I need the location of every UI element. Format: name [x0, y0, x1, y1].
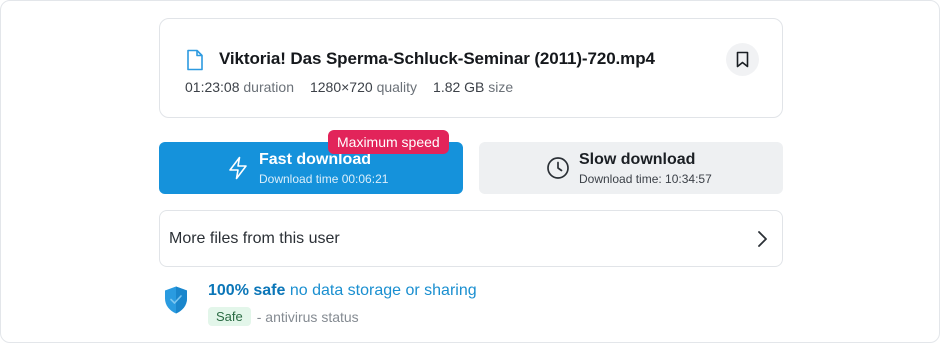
- duration-label: duration: [243, 79, 294, 95]
- size-label: size: [488, 79, 514, 95]
- antivirus-status-text: - antivirus status: [256, 308, 359, 325]
- file-quality: 1280×720 quality: [310, 79, 417, 95]
- quality-value: 1280×720: [309, 79, 373, 95]
- safety-strong-text: 100% safe: [208, 282, 286, 299]
- slow-download-time: Download time: 10:34:57: [579, 172, 712, 186]
- safety-message: 100% safe no data storage or sharing: [208, 282, 477, 300]
- file-icon: [187, 49, 203, 71]
- safe-badge: Safe: [208, 307, 251, 326]
- safety-rest-text: no data storage or sharing: [289, 282, 477, 299]
- slow-download-button[interactable]: Slow download Download time: 10:34:57: [479, 142, 783, 194]
- fast-download-time: Download time 00:06:21: [259, 172, 389, 186]
- shield-check-icon: [165, 286, 187, 314]
- slow-download-title: Slow download: [579, 151, 696, 168]
- maximum-speed-badge: Maximum speed: [328, 130, 449, 154]
- bookmark-button[interactable]: [726, 43, 759, 76]
- download-panel: Viktoria! Das Sperma-Schluck-Seminar (20…: [0, 0, 940, 343]
- quality-label: quality: [376, 79, 418, 95]
- chevron-right-icon: [758, 231, 767, 247]
- lightning-icon: [229, 156, 247, 180]
- file-name: Viktoria! Das Sperma-Schluck-Seminar (20…: [219, 49, 655, 68]
- file-size: 1.82 GB size: [433, 79, 513, 95]
- clock-icon: [547, 157, 569, 179]
- bookmark-icon: [736, 51, 749, 68]
- more-files-label: More files from this user: [169, 230, 340, 247]
- more-files-link[interactable]: More files from this user: [159, 210, 783, 267]
- file-meta: 01:23:08 duration 1280×720 quality 1.82 …: [185, 79, 513, 95]
- file-duration: 01:23:08 duration: [185, 79, 294, 95]
- size-value: 1.82 GB: [433, 79, 485, 95]
- duration-value: 01:23:08: [185, 79, 240, 95]
- antivirus-status: Safe - antivirus status: [208, 307, 359, 326]
- file-info-card: Viktoria! Das Sperma-Schluck-Seminar (20…: [159, 18, 783, 118]
